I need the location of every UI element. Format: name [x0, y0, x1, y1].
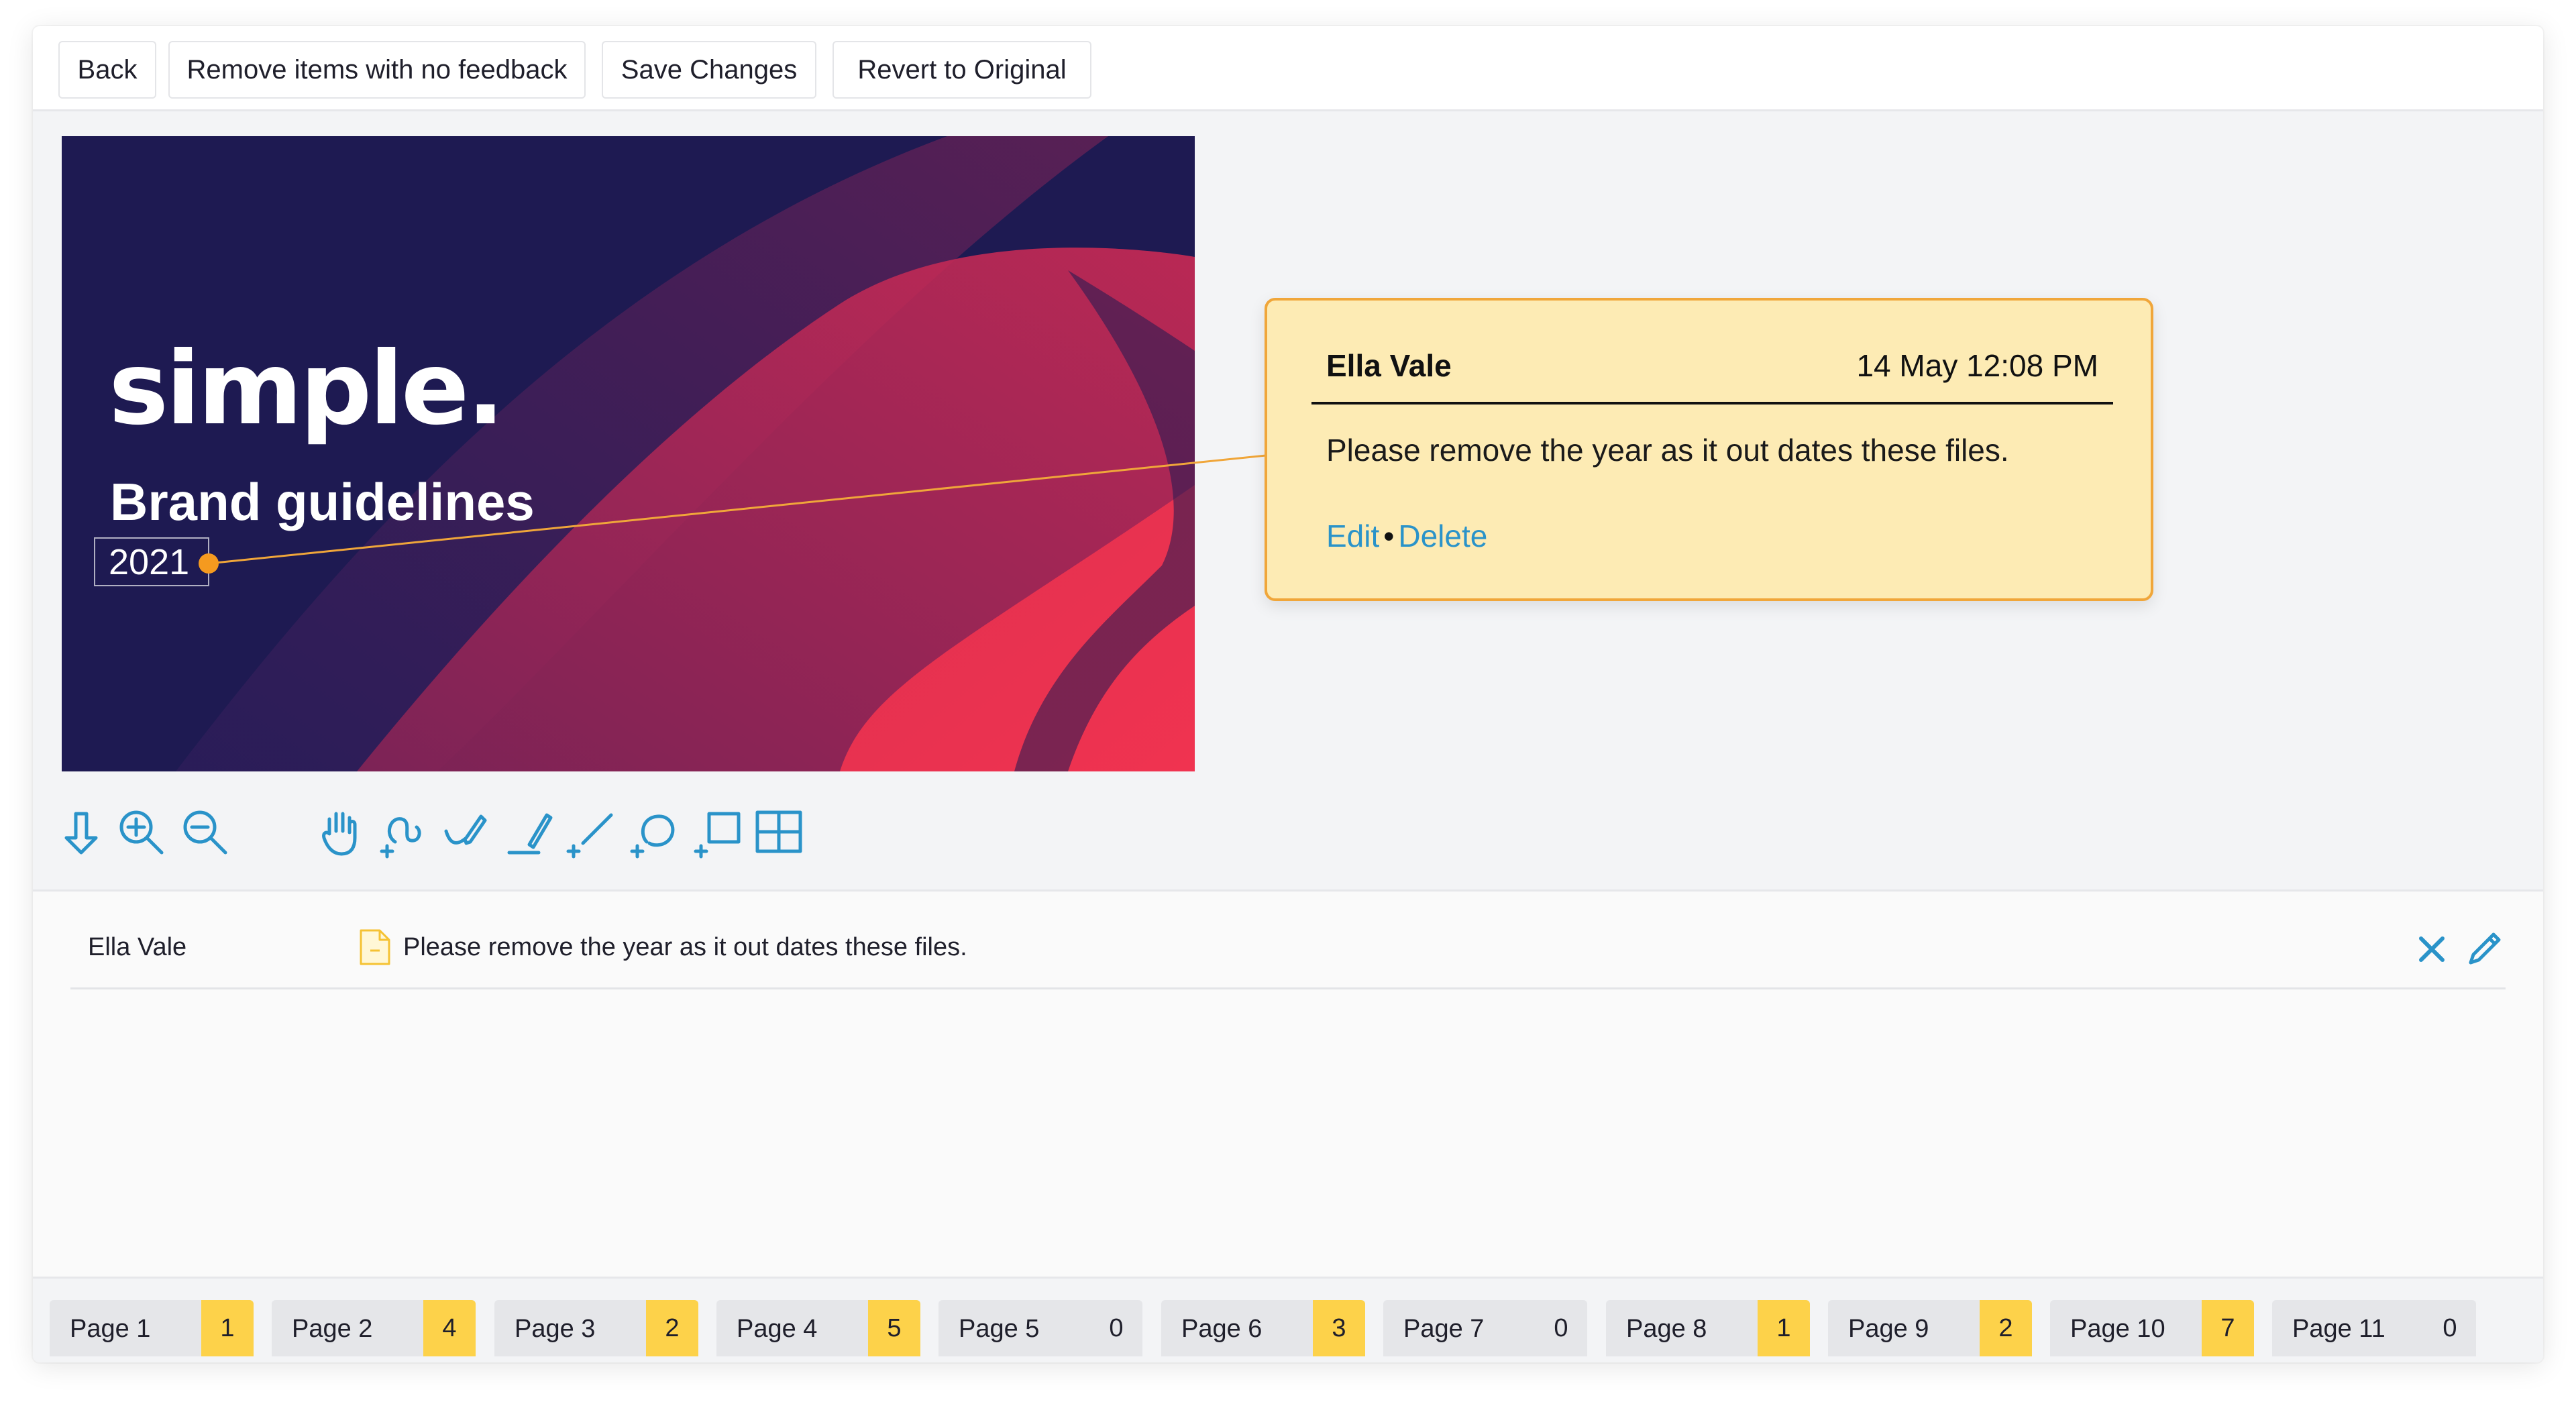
- comment-popover: Ella Vale 14 May 12:08 PM Please remove …: [1265, 298, 2153, 601]
- feedback-count-badge: 0: [2443, 1314, 2457, 1342]
- toolbar: Back Remove items with no feedback Save …: [33, 26, 2543, 111]
- lasso-icon[interactable]: [627, 804, 683, 861]
- feedback-count-badge: 1: [1758, 1300, 1810, 1356]
- comment-edit-link[interactable]: Edit: [1326, 519, 1379, 553]
- zoom-in-icon[interactable]: [113, 804, 170, 861]
- remove-items-no-feedback-button[interactable]: Remove items with no feedback: [168, 41, 586, 99]
- comment-body: Please remove the year as it out dates t…: [1326, 433, 2009, 468]
- hand-icon[interactable]: [313, 804, 370, 861]
- feedback-count-badge: 7: [2202, 1300, 2254, 1356]
- comment-delete-link[interactable]: Delete: [1398, 519, 1487, 553]
- page-tab-label: Page 7: [1403, 1315, 1485, 1343]
- slide-logo: simple.: [109, 331, 505, 447]
- feedback-list: Ella Vale Please remove the year as it o…: [33, 889, 2543, 1277]
- tab-page-1[interactable]: Page 1 1: [50, 1300, 254, 1356]
- feedback-author: Ella Vale: [88, 933, 187, 961]
- rectangle-icon[interactable]: [690, 804, 747, 861]
- feedback-count-badge: 3: [1313, 1300, 1365, 1356]
- feedback-count-badge: 0: [1554, 1314, 1568, 1342]
- slide-year: 2021: [109, 542, 190, 582]
- page-tab-label: Page 8: [1626, 1315, 1707, 1343]
- back-button[interactable]: Back: [58, 41, 156, 99]
- feedback-text: Please remove the year as it out dates t…: [403, 933, 967, 961]
- download-icon[interactable]: [53, 804, 109, 861]
- comment-timestamp: 14 May 12:08 PM: [1856, 348, 2098, 383]
- slide-artwork: [176, 136, 1195, 771]
- feedback-count-badge: 2: [646, 1300, 698, 1356]
- tab-page-7[interactable]: Page 7 0: [1383, 1300, 1587, 1356]
- page-tab-label: Page 5: [959, 1315, 1040, 1343]
- page-tab-label: Page 1: [70, 1315, 151, 1343]
- page-tab-label: Page 2: [292, 1315, 373, 1343]
- zoom-out-icon[interactable]: [177, 804, 233, 861]
- feedback-count-badge: 2: [1980, 1300, 2032, 1356]
- save-changes-button[interactable]: Save Changes: [602, 41, 816, 99]
- tab-page-5[interactable]: Page 5 0: [938, 1300, 1142, 1356]
- feedback-count-badge: 4: [423, 1300, 476, 1356]
- tab-page-11[interactable]: Page 11 0: [2272, 1300, 2476, 1356]
- annotation-toolbar: [33, 804, 905, 871]
- page-tab-label: Page 10: [2070, 1315, 2165, 1343]
- page-tab-label: Page 4: [737, 1315, 818, 1343]
- tab-page-2[interactable]: Page 2 4: [272, 1300, 476, 1356]
- tab-page-10[interactable]: Page 10 7: [2050, 1300, 2254, 1356]
- tab-page-8[interactable]: Page 8 1: [1606, 1300, 1810, 1356]
- pen-icon[interactable]: [437, 804, 493, 861]
- revert-to-original-button[interactable]: Revert to Original: [833, 41, 1091, 99]
- comment-actions: Edit • Delete: [1326, 518, 1487, 554]
- feedback-count-badge: 1: [201, 1300, 254, 1356]
- feedback-count-badge: 5: [868, 1300, 920, 1356]
- page-tab-label: Page 6: [1181, 1315, 1263, 1343]
- comment-author: Ella Vale: [1326, 348, 1452, 383]
- tab-page-3[interactable]: Page 3 2: [494, 1300, 698, 1356]
- slide-preview[interactable]: simple. Brand guidelines 2021: [62, 136, 1195, 771]
- grid-icon[interactable]: [751, 804, 807, 861]
- pencil-icon[interactable]: [2463, 928, 2506, 971]
- tab-page-4[interactable]: Page 4 5: [716, 1300, 920, 1356]
- note-document-icon: [360, 929, 390, 965]
- freehand-icon[interactable]: [375, 804, 431, 861]
- comment-divider: [1311, 402, 2113, 405]
- highlight-icon[interactable]: [502, 804, 559, 861]
- page-tab-label: Page 11: [2292, 1315, 2385, 1343]
- comment-action-separator: •: [1383, 519, 1395, 553]
- page-tab-label: Page 3: [515, 1315, 596, 1343]
- page-tabs: Page 1 1 Page 2 4 Page 3 2 Page 4 5 Page…: [33, 1277, 2543, 1362]
- line-icon[interactable]: [563, 804, 619, 861]
- feedback-count-badge: 0: [1109, 1314, 1124, 1342]
- feedback-item[interactable]: Ella Vale Please remove the year as it o…: [70, 892, 2506, 989]
- close-icon[interactable]: [2412, 929, 2452, 969]
- tab-page-6[interactable]: Page 6 3: [1161, 1300, 1365, 1356]
- tab-page-9[interactable]: Page 9 2: [1828, 1300, 2032, 1356]
- page-tab-label: Page 9: [1848, 1315, 1929, 1343]
- slide-title: Brand guidelines: [110, 472, 535, 531]
- app-window: Back Remove items with no feedback Save …: [33, 26, 2543, 1362]
